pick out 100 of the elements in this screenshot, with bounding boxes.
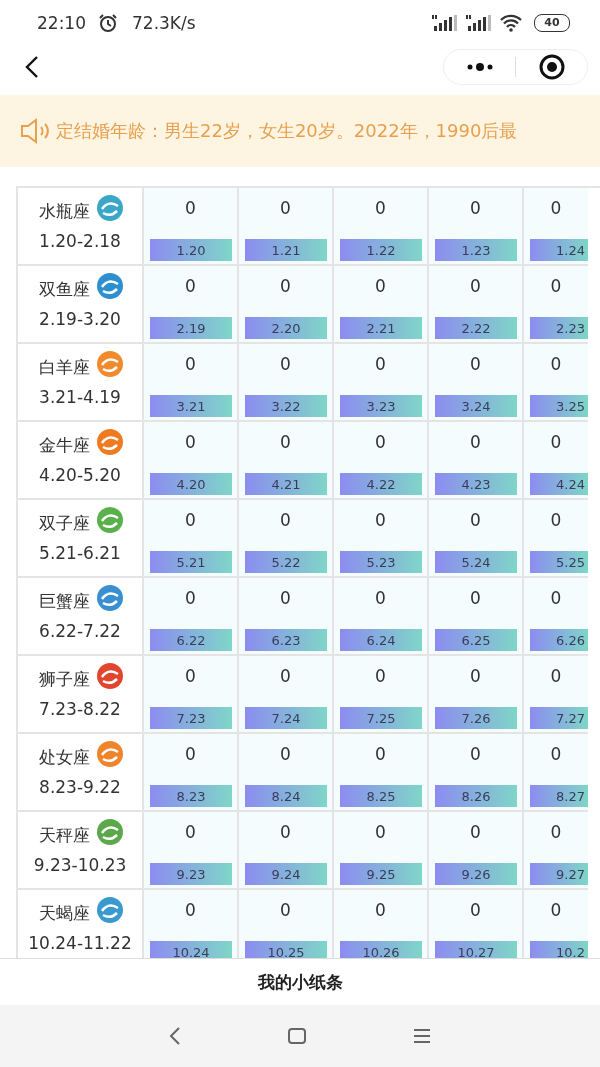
sign-name: 双子座 (38, 512, 90, 535)
sign-name: 狮子座 (38, 668, 90, 691)
date-range: 5.21-6.21 (39, 543, 121, 563)
count-value: 0 (470, 510, 481, 530)
date-tag: 6.22 (150, 629, 232, 651)
count-value: 0 (375, 510, 386, 530)
date-tag: 7.24 (245, 707, 327, 729)
count-value: 0 (280, 354, 291, 374)
count-value: 0 (185, 510, 196, 530)
more-icon[interactable] (465, 62, 494, 72)
count-value: 0 (470, 354, 481, 374)
count-value: 0 (550, 198, 562, 218)
date-tag: 4.22 (340, 473, 422, 495)
date-tag: 3.21 (150, 395, 232, 417)
page-title[interactable]: 我的小纸条 (257, 970, 343, 994)
count-value: 0 (550, 900, 562, 920)
alarm-clock-icon (98, 12, 118, 33)
date-tag: 9.24 (245, 863, 327, 885)
signal-icon (432, 13, 458, 32)
date-tag: 10.27 (435, 941, 517, 958)
speaker-icon (20, 118, 50, 144)
date-tag: 9.27 (530, 863, 588, 885)
count-value: 0 (185, 900, 196, 920)
notice-text: 定结婚年龄：男生22岁，女生20岁。2022年，1990后最 (56, 119, 518, 143)
count-value: 0 (280, 744, 291, 764)
count-value: 0 (470, 900, 481, 920)
date-range: 6.22-7.22 (39, 621, 121, 641)
date-tag: 6.23 (245, 629, 327, 651)
network-speed: 72.3K/s (132, 12, 196, 33)
sign-name: 天秤座 (38, 824, 90, 847)
date-tag: 1.24 (530, 239, 588, 261)
count-value: 0 (375, 354, 386, 374)
count-value: 0 (550, 822, 562, 842)
count-value: 0 (280, 198, 291, 218)
date-tag: 10.25 (245, 941, 327, 958)
date-tag: 8.25 (340, 785, 422, 807)
close-target-icon[interactable] (537, 53, 566, 81)
count-value: 0 (375, 588, 386, 608)
date-range: 2.19-3.20 (39, 309, 121, 329)
date-tag: 7.23 (150, 707, 232, 729)
clock-time: 22:10 (37, 12, 86, 33)
date-tag: 9.25 (340, 863, 422, 885)
count-value: 0 (550, 666, 562, 686)
date-tag: 2.20 (245, 317, 327, 339)
signal-icon (466, 13, 492, 32)
sign-name: 处女座 (38, 746, 90, 769)
date-tag: 6.26 (530, 629, 588, 651)
date-tag: 5.22 (245, 551, 327, 573)
date-tag: 10.24 (150, 941, 232, 958)
date-tag: 4.23 (435, 473, 517, 495)
date-tag: 1.20 (150, 239, 232, 261)
date-tag: 9.26 (435, 863, 517, 885)
date-tag: 1.23 (435, 239, 517, 261)
date-tag: 5.24 (435, 551, 517, 573)
date-tag: 3.25 (530, 395, 588, 417)
date-tag: 5.25 (530, 551, 588, 573)
count-value: 0 (280, 900, 291, 920)
date-tag: 9.23 (150, 863, 232, 885)
count-value: 0 (470, 588, 481, 608)
date-tag: 2.19 (150, 317, 232, 339)
count-value: 0 (280, 822, 291, 842)
count-value: 0 (470, 822, 481, 842)
count-value: 0 (185, 588, 196, 608)
count-value: 0 (375, 198, 386, 218)
date-range: 3.21-4.19 (39, 387, 121, 407)
date-tag: 6.25 (435, 629, 517, 651)
date-tag: 1.22 (340, 239, 422, 261)
date-range: 9.23-10.23 (33, 855, 127, 875)
date-tag: 8.24 (245, 785, 327, 807)
date-tag: 4.21 (245, 473, 327, 495)
date-tag: 10.26 (340, 941, 422, 958)
date-range: 7.23-8.22 (39, 699, 121, 719)
date-tag: 3.23 (340, 395, 422, 417)
date-tag: 8.26 (435, 785, 517, 807)
count-value: 0 (470, 198, 481, 218)
count-value: 0 (470, 432, 481, 452)
count-value: 0 (280, 666, 291, 686)
sign-name: 金牛座 (38, 434, 90, 457)
date-tag: 7.26 (435, 707, 517, 729)
count-value: 0 (375, 666, 386, 686)
wifi-icon (500, 13, 522, 32)
sign-name: 水瓶座 (38, 200, 90, 223)
home-icon[interactable] (287, 1027, 307, 1045)
count-value: 0 (550, 354, 562, 374)
count-value: 0 (280, 588, 291, 608)
count-value: 0 (470, 744, 481, 764)
date-range: 1.20-2.18 (39, 231, 121, 251)
count-value: 0 (375, 744, 386, 764)
count-value: 0 (185, 198, 196, 218)
count-value: 0 (185, 666, 196, 686)
count-value: 0 (375, 822, 386, 842)
date-tag: 2.21 (340, 317, 422, 339)
date-tag: 1.21 (245, 239, 327, 261)
count-value: 0 (375, 432, 386, 452)
menu-icon[interactable] (412, 1028, 432, 1044)
count-value: 0 (280, 510, 291, 530)
count-value: 0 (280, 276, 291, 296)
count-value: 0 (550, 432, 562, 452)
count-value: 0 (375, 276, 386, 296)
sign-name: 天蝎座 (38, 902, 90, 925)
